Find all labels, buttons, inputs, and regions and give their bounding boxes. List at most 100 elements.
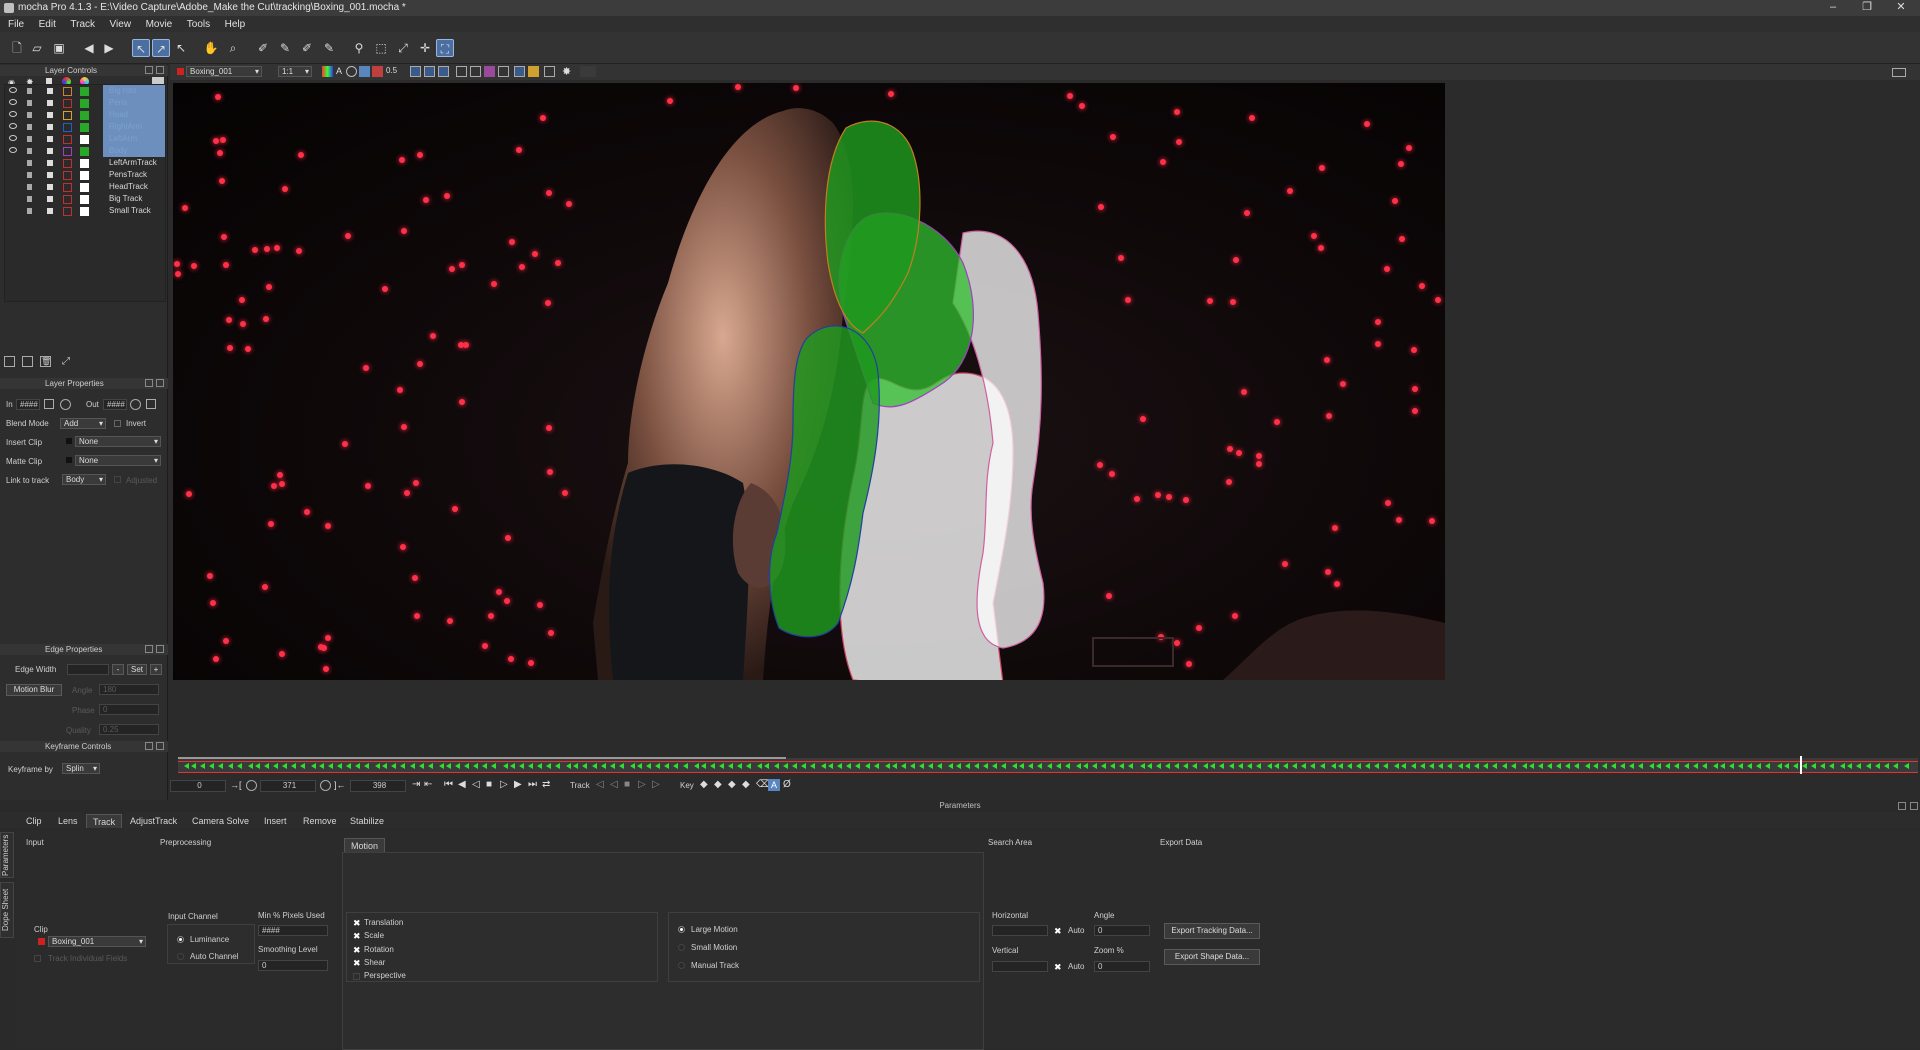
- matte-color-swatch[interactable]: [80, 135, 89, 144]
- move-tool-icon[interactable]: ✛: [416, 39, 434, 57]
- set-in-point-icon[interactable]: →[: [230, 780, 242, 790]
- insert-clip-select[interactable]: None: [75, 436, 161, 447]
- horizontal-field[interactable]: [992, 925, 1048, 936]
- tab-camera-solve[interactable]: Camera Solve: [186, 814, 255, 828]
- tab-stabilize[interactable]: Stabilize: [344, 814, 390, 828]
- layer-settings-icon[interactable]: [27, 112, 32, 118]
- side-tab-parameters[interactable]: Parameters: [0, 832, 14, 878]
- options-icon[interactable]: Ø: [783, 779, 791, 790]
- layer-color-swatch[interactable]: [63, 207, 72, 216]
- zoom-timeline-icon[interactable]: ⇥: [412, 779, 420, 790]
- menu-edit[interactable]: Edit: [39, 19, 56, 30]
- tab-adjusttrack[interactable]: AdjustTrack: [124, 814, 183, 828]
- lock-icon[interactable]: [47, 160, 53, 166]
- close-panel-icon[interactable]: [1910, 802, 1918, 810]
- layer-row[interactable]: Big Track: [5, 193, 165, 205]
- minimize-icon[interactable]: –: [1818, 0, 1848, 16]
- menu-file[interactable]: File: [8, 19, 24, 30]
- menu-tools[interactable]: Tools: [187, 19, 210, 30]
- menu-track[interactable]: Track: [70, 19, 95, 30]
- edge-width-increment-button[interactable]: +: [150, 664, 162, 675]
- in-dial-icon[interactable]: [60, 399, 71, 410]
- show-layers-icon[interactable]: [410, 66, 421, 77]
- video-frame[interactable]: [173, 83, 1445, 680]
- motion-blur-button[interactable]: Motion Blur: [6, 684, 62, 696]
- matte-color-swatch[interactable]: [80, 159, 89, 168]
- viewer[interactable]: [170, 80, 1920, 750]
- rgb-view-icon[interactable]: [322, 66, 333, 77]
- layer-color-swatch[interactable]: [63, 135, 72, 144]
- lock-icon[interactable]: [47, 184, 53, 190]
- select-tool-icon[interactable]: ↖: [132, 39, 150, 57]
- layer-color-swatch[interactable]: [63, 111, 72, 120]
- tab-track[interactable]: Track: [86, 814, 123, 828]
- loop-icon[interactable]: ⇄: [542, 779, 550, 790]
- visibility-icon[interactable]: [9, 99, 17, 105]
- invert-checkbox[interactable]: [114, 420, 121, 427]
- expand-icon[interactable]: ⤢: [62, 356, 73, 367]
- layer-settings-icon[interactable]: [27, 136, 32, 142]
- lock-icon[interactable]: [47, 88, 53, 94]
- input-clip-select[interactable]: Boxing_001: [48, 936, 146, 947]
- show-splines-icon[interactable]: [424, 66, 435, 77]
- smoothing-field[interactable]: 0: [258, 960, 328, 971]
- close-panel-icon[interactable]: [156, 66, 164, 74]
- lock-icon[interactable]: [47, 124, 53, 130]
- matte-color-swatch[interactable]: [80, 171, 89, 180]
- auto-channel-radio[interactable]: [177, 953, 184, 960]
- track-step-backward-icon[interactable]: ◁: [610, 779, 618, 790]
- in-field[interactable]: ####: [16, 399, 40, 410]
- close-panel-icon[interactable]: [156, 645, 164, 653]
- alpha-view-icon[interactable]: A: [336, 66, 342, 76]
- keyframe-by-select[interactable]: Splin: [62, 763, 100, 774]
- redo-icon[interactable]: ▶: [100, 39, 118, 57]
- float-icon[interactable]: [145, 66, 153, 74]
- matte-color-swatch[interactable]: [80, 207, 89, 216]
- matte-clip-select[interactable]: None: [75, 455, 161, 466]
- layer-row[interactable]: LeftArmTrack: [5, 157, 165, 169]
- tab-lens[interactable]: Lens: [52, 814, 84, 828]
- vertical-auto-checkbox[interactable]: ✖: [1054, 963, 1062, 972]
- visibility-icon[interactable]: [9, 111, 17, 117]
- edge-width-decrement-button[interactable]: -: [112, 664, 124, 675]
- hand-tool-icon[interactable]: ✋: [202, 39, 220, 57]
- cache-icon[interactable]: [544, 66, 555, 77]
- vertical-field[interactable]: [992, 961, 1048, 972]
- angle-field[interactable]: 180: [99, 684, 159, 695]
- track-stop-icon[interactable]: ■: [624, 779, 630, 790]
- bezier-tool-icon[interactable]: ✐: [298, 39, 316, 57]
- layer-row[interactable]: LeftArm: [5, 133, 165, 145]
- rotation-checkbox[interactable]: ✖: [353, 946, 361, 955]
- visibility-icon[interactable]: [9, 123, 17, 129]
- layer-row[interactable]: HeadTrack: [5, 181, 165, 193]
- float-icon[interactable]: [145, 645, 153, 653]
- menu-movie[interactable]: Movie: [146, 19, 173, 30]
- float-icon[interactable]: [1898, 802, 1906, 810]
- manual-track-radio[interactable]: [678, 962, 685, 969]
- duplicate-layer-icon[interactable]: [22, 356, 33, 367]
- play-forward-icon[interactable]: ▶: [514, 779, 522, 790]
- out-field[interactable]: ####: [103, 399, 127, 410]
- luminance-radio[interactable]: [177, 936, 184, 943]
- layer-view-icon[interactable]: [359, 66, 370, 77]
- undo-icon[interactable]: ◀: [80, 39, 98, 57]
- translation-checkbox[interactable]: ✖: [353, 919, 361, 928]
- layer-settings-icon[interactable]: [27, 124, 32, 130]
- large-motion-radio[interactable]: [678, 926, 685, 933]
- lock-icon[interactable]: [47, 148, 53, 154]
- rect-tool-icon[interactable]: ⬚: [372, 39, 390, 57]
- trace-icon[interactable]: [498, 66, 509, 77]
- show-tangents-icon[interactable]: [438, 66, 449, 77]
- menu-help[interactable]: Help: [225, 19, 246, 30]
- float-icon[interactable]: [145, 742, 153, 750]
- layer-color-swatch[interactable]: [63, 99, 72, 108]
- close-icon[interactable]: ✕: [1886, 0, 1916, 16]
- show-surface-icon[interactable]: [484, 66, 495, 77]
- matte-view-icon[interactable]: [346, 66, 357, 77]
- layer-row[interactable]: Small Track: [5, 205, 165, 217]
- shear-checkbox[interactable]: ✖: [353, 959, 361, 968]
- viewer-menu-icon[interactable]: [1892, 68, 1906, 77]
- matte-color-swatch[interactable]: [80, 123, 89, 132]
- show-grid-icon[interactable]: [470, 66, 481, 77]
- phase-field[interactable]: 0: [99, 704, 159, 715]
